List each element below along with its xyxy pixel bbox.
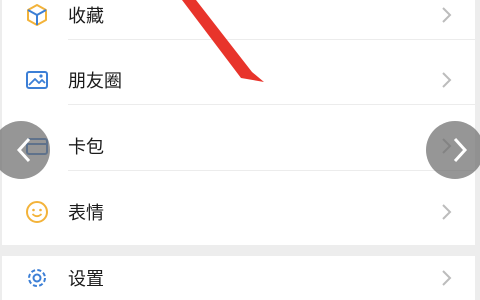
chevron-right-icon	[442, 270, 452, 286]
menu-item-stickers[interactable]: 表情	[2, 187, 475, 237]
chevron-right-icon	[442, 204, 452, 220]
menu-item-label: 卡包	[68, 137, 104, 158]
menu-item-cards[interactable]: 卡包	[2, 121, 475, 171]
chevron-right-icon	[453, 137, 468, 163]
next-image-button[interactable]	[426, 121, 480, 179]
menu-group-settings: 设置	[2, 256, 475, 300]
smiley-face-icon	[26, 201, 48, 223]
divider	[68, 104, 475, 105]
moments-image-icon	[26, 71, 48, 89]
menu-item-settings[interactable]: 设置	[2, 256, 475, 300]
chevron-right-icon	[442, 72, 452, 88]
menu-item-label: 表情	[68, 203, 104, 224]
menu-item-label: 朋友圈	[68, 71, 122, 92]
chevron-right-icon	[442, 7, 452, 23]
menu-item-label: 设置	[68, 269, 104, 290]
favorites-cube-icon	[27, 4, 47, 26]
chevron-left-icon	[16, 137, 31, 163]
menu-item-moments[interactable]: 朋友圈	[2, 55, 475, 105]
menu-item-label: 收藏	[68, 6, 104, 27]
divider	[68, 170, 475, 171]
menu-group-main: 收藏 朋友圈 卡包 表情	[2, 0, 475, 245]
menu-item-favorites[interactable]: 收藏	[2, 0, 475, 40]
divider	[68, 39, 475, 40]
settings-gear-icon	[28, 269, 46, 287]
